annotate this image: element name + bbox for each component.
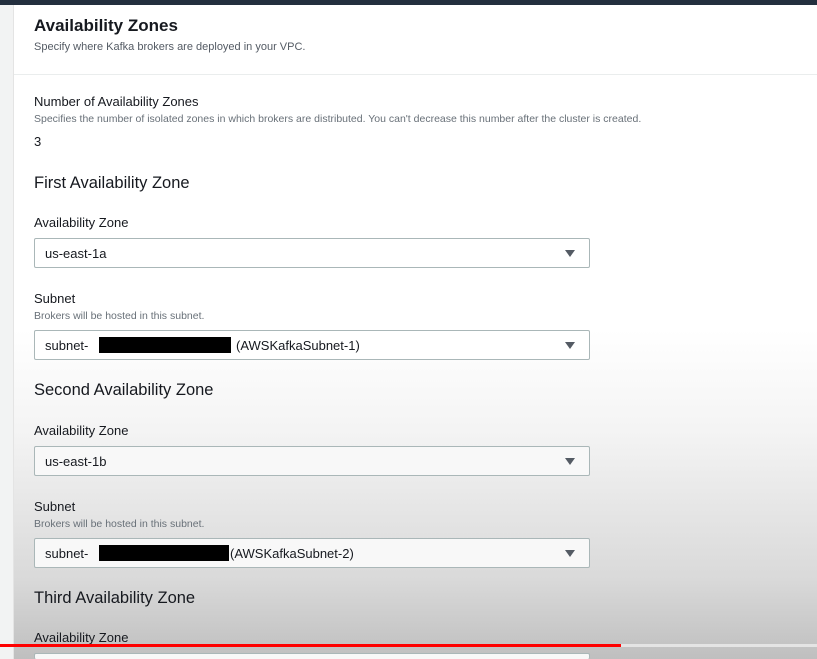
second-zone-az-value: us-east-1b [45, 454, 107, 469]
first-zone-az-value: us-east-1a [45, 246, 107, 261]
caret-down-icon [565, 250, 575, 257]
first-zone-az-label: Availability Zone [34, 215, 129, 230]
second-zone-az-label: Availability Zone [34, 423, 129, 438]
first-zone-heading: First Availability Zone [34, 174, 190, 192]
first-zone-subnet-label: Subnet [34, 291, 76, 306]
caret-down-icon [565, 550, 575, 557]
section-header: Availability Zones Specify where Kafka b… [14, 5, 817, 75]
az-count-value: 3 [34, 134, 42, 149]
first-zone-subnet-select[interactable]: subnet- (AWSKafkaSubnet-1) [34, 330, 590, 360]
video-progress-track[interactable] [0, 644, 817, 647]
third-zone-az-label: Availability Zone [34, 630, 129, 645]
section-title: Availability Zones [34, 16, 178, 35]
left-gutter [0, 5, 14, 659]
first-zone-az-select[interactable]: us-east-1a [34, 238, 590, 268]
second-zone-subnet-label: Subnet [34, 499, 76, 514]
second-zone-subnet-description: Brokers will be hosted in this subnet. [34, 518, 205, 530]
third-zone-az-select[interactable] [34, 653, 590, 659]
second-zone-az-select[interactable]: us-east-1b [34, 446, 590, 476]
az-count-description: Specifies the number of isolated zones i… [34, 113, 642, 125]
caret-down-icon [565, 458, 575, 465]
section-description: Specify where Kafka brokers are deployed… [34, 41, 306, 53]
video-progress-fill [0, 644, 621, 647]
first-zone-subnet-prefix: subnet- [45, 338, 89, 353]
first-zone-subnet-suffix: (AWSKafkaSubnet-1) [236, 338, 360, 353]
redacted-subnet-id [99, 337, 231, 353]
second-zone-subnet-select[interactable]: subnet- (AWSKafkaSubnet-2) [34, 538, 590, 568]
first-zone-subnet-description: Brokers will be hosted in this subnet. [34, 310, 205, 322]
second-zone-subnet-prefix: subnet- [45, 546, 89, 561]
second-zone-heading: Second Availability Zone [34, 381, 214, 399]
az-count-label: Number of Availability Zones [34, 94, 199, 109]
third-zone-heading: Third Availability Zone [34, 589, 196, 607]
caret-down-icon [565, 342, 575, 349]
redacted-subnet-id [99, 545, 229, 561]
second-zone-subnet-suffix: (AWSKafkaSubnet-2) [230, 546, 354, 561]
